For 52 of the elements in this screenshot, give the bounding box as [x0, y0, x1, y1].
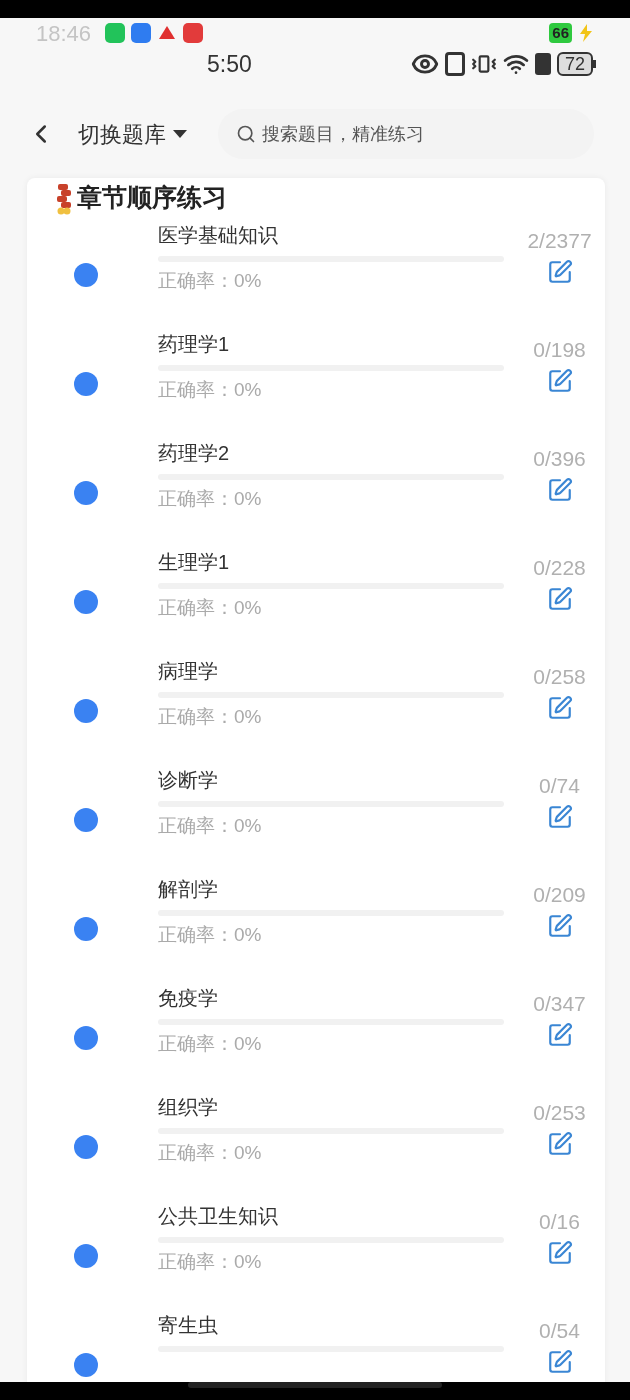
chapter-title[interactable]: 解剖学	[158, 874, 504, 904]
accuracy-text: 正确率：0%	[158, 705, 263, 729]
accuracy-text: 正确率：0%	[158, 923, 263, 947]
progress-count: 0/54	[539, 1318, 580, 1344]
battery-indicator: 72	[556, 52, 593, 76]
chapter-title[interactable]: 生理学1	[158, 547, 504, 577]
battery-badge: 66	[549, 23, 572, 43]
edit-button[interactable]	[546, 1131, 573, 1157]
edit-button[interactable]	[546, 695, 573, 721]
accuracy-text: 正确率：0%	[158, 1250, 263, 1274]
chapter-title[interactable]: 病理学	[158, 656, 504, 686]
accuracy-text: 正确率：0%	[158, 487, 263, 511]
accuracy-text: 正确率：0%	[158, 596, 263, 620]
search-icon	[236, 124, 256, 144]
edit-button[interactable]	[546, 586, 573, 612]
progress-count: 0/209	[533, 882, 586, 908]
progress-count: 0/253	[533, 1100, 586, 1126]
edit-button[interactable]	[546, 1022, 573, 1048]
progress-count: 0/198	[533, 337, 586, 363]
progress-count: 0/16	[539, 1209, 580, 1235]
accuracy-text: 正确率：0%	[158, 1032, 263, 1056]
edit-button[interactable]	[546, 804, 573, 830]
chapter-title[interactable]: 诊断学	[158, 765, 504, 795]
edit-button[interactable]	[546, 913, 573, 939]
edit-button[interactable]	[546, 1349, 573, 1375]
chapter-title[interactable]: 药理学2	[158, 438, 504, 468]
progress-count: 0/74	[539, 773, 580, 799]
chapter-title[interactable]: 公共卫生知识	[158, 1201, 504, 1231]
edit-button[interactable]	[546, 259, 573, 285]
progress-count: 0/347	[533, 991, 586, 1017]
chapter-title[interactable]: 寄生虫	[158, 1310, 504, 1340]
accuracy-text: 正确率：0%	[158, 814, 263, 838]
progress-count: 0/228	[533, 555, 586, 581]
search-field[interactable]: 搜索题目，精准练习	[218, 109, 594, 159]
accuracy-text: 正确率：0%	[158, 269, 263, 293]
accuracy-text: 正确率：0%	[158, 1141, 263, 1165]
progress-count: 0/396	[533, 446, 586, 472]
chapter-title[interactable]: 免疫学	[158, 983, 504, 1013]
edit-button[interactable]	[546, 368, 573, 394]
charging-icon	[578, 23, 594, 43]
switch-bank-dropdown[interactable]: 切换题库	[78, 117, 188, 151]
progress-count: 0/258	[533, 664, 586, 690]
clock: 5:50	[207, 49, 252, 79]
accuracy-text: 正确率：0%	[158, 378, 263, 402]
caret-icon[interactable]	[172, 129, 188, 139]
chapter-title[interactable]: 医学基础知识	[158, 220, 504, 250]
edit-button[interactable]	[546, 1240, 573, 1266]
progress-count: 2/2377	[527, 228, 592, 254]
chapter-title[interactable]: 药理学1	[158, 329, 504, 359]
edit-button[interactable]	[546, 477, 573, 503]
section-title: 章节顺序练习	[77, 182, 227, 214]
chapter-title[interactable]: 组织学	[158, 1092, 504, 1122]
